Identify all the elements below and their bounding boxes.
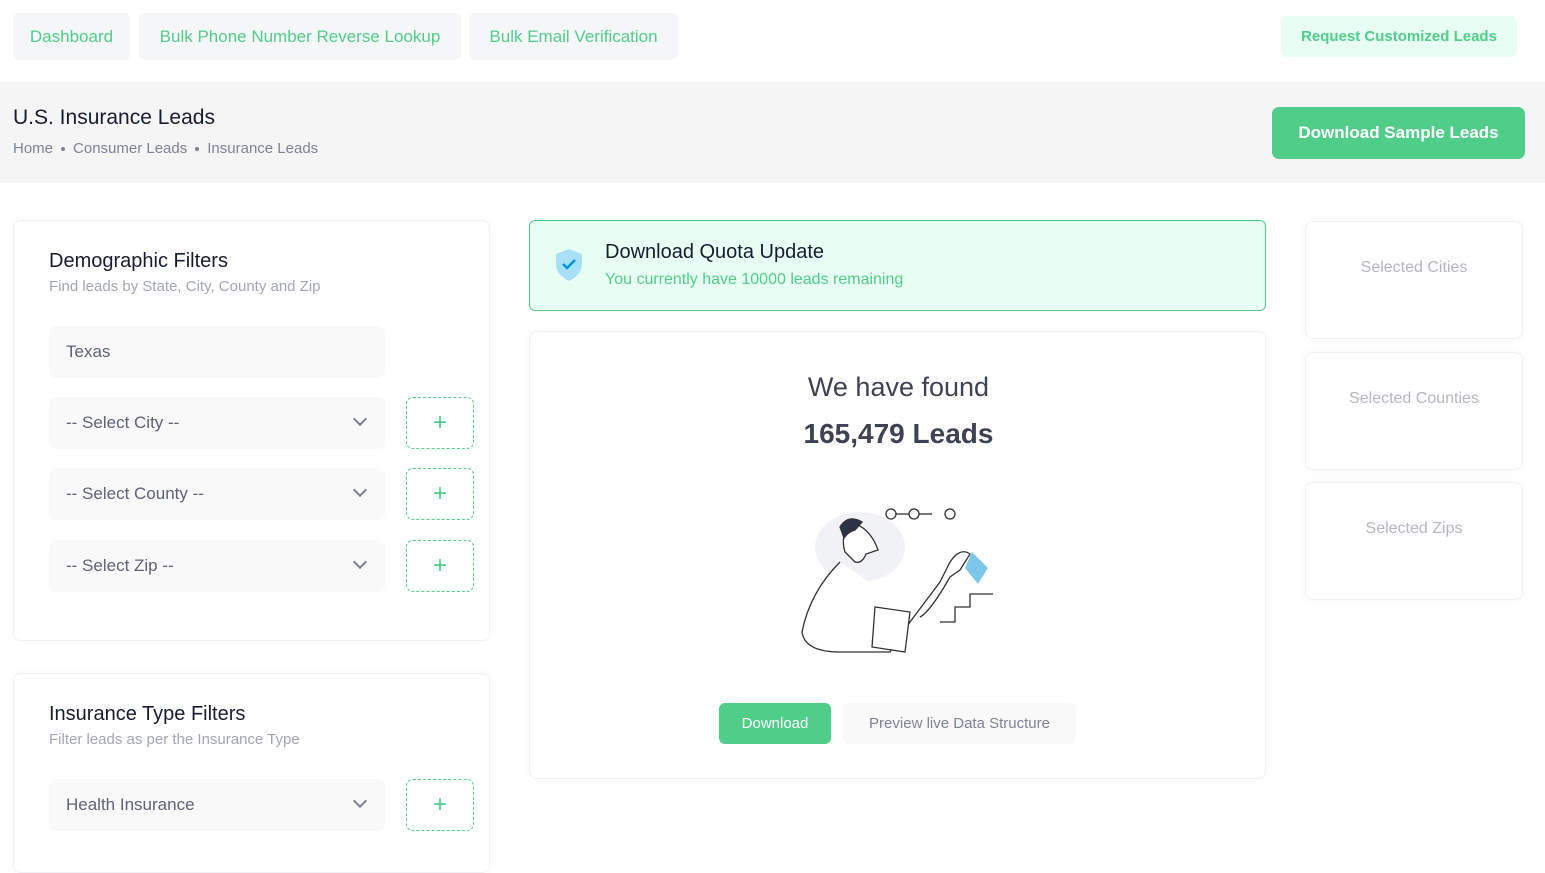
- card-title: Demographic Filters: [49, 250, 228, 272]
- results-heading: We have found: [807, 372, 990, 402]
- selected-zips-label: Selected Zips: [1365, 520, 1463, 537]
- zip-select[interactable]: -- Select Zip --: [49, 540, 385, 592]
- selected-zips-panel: Selected Zips: [1305, 482, 1523, 600]
- selected-cities-label: Selected Cities: [1360, 259, 1468, 276]
- city-select-value: -- Select City --: [66, 413, 180, 432]
- county-select-value: -- Select County --: [66, 484, 204, 503]
- selected-counties-panel: Selected Counties: [1305, 352, 1523, 470]
- leads-count: 165,479 Leads: [803, 418, 994, 449]
- city-select[interactable]: -- Select City --: [49, 397, 385, 449]
- selected-counties-label: Selected Counties: [1349, 390, 1479, 407]
- add-city-button[interactable]: +: [406, 397, 474, 449]
- person-climbing-illustration: [801, 508, 993, 653]
- quota-title: Download Quota Update: [605, 241, 825, 263]
- breadcrumb: Home Consumer Leads Insurance Leads: [13, 140, 318, 157]
- state-field[interactable]: Texas: [49, 326, 385, 378]
- chevron-down-icon: [352, 482, 368, 498]
- download-sample-leads-button[interactable]: Download Sample Leads: [1272, 107, 1525, 159]
- add-zip-button[interactable]: +: [406, 540, 474, 592]
- separator-dot: [61, 146, 66, 151]
- card-subtitle: Filter leads as per the Insurance Type: [49, 731, 300, 748]
- request-customized-leads-button[interactable]: Request Customized Leads: [1281, 16, 1517, 57]
- insurance-type-value: Health Insurance: [66, 795, 195, 814]
- county-select[interactable]: -- Select County --: [49, 468, 385, 520]
- nav-bulk-phone-lookup[interactable]: Bulk Phone Number Reverse Lookup: [139, 13, 461, 60]
- page-title: U.S. Insurance Leads: [13, 106, 215, 129]
- results-card: We have found 165,479 Leads Download Pre…: [529, 331, 1266, 779]
- chevron-down-icon: [352, 554, 368, 570]
- download-button[interactable]: Download: [719, 703, 831, 744]
- nav-dashboard[interactable]: Dashboard: [13, 13, 130, 60]
- separator-dot: [195, 146, 200, 151]
- breadcrumb-insurance-leads: Insurance Leads: [207, 140, 319, 157]
- quota-alert: Download Quota Update You currently have…: [529, 220, 1266, 311]
- breadcrumb-home[interactable]: Home: [13, 140, 53, 157]
- chevron-down-icon: [352, 411, 368, 427]
- add-county-button[interactable]: +: [406, 468, 474, 520]
- preview-data-structure-button[interactable]: Preview live Data Structure: [843, 703, 1076, 744]
- insurance-filters-card: Insurance Type Filters Filter leads as p…: [13, 673, 490, 873]
- nav-bulk-email-verification[interactable]: Bulk Email Verification: [469, 13, 678, 60]
- card-subtitle: Find leads by State, City, County and Zi…: [49, 278, 321, 295]
- shield-check-icon: [556, 249, 582, 281]
- insurance-type-select[interactable]: Health Insurance: [49, 779, 385, 831]
- selected-cities-panel: Selected Cities: [1305, 221, 1523, 339]
- zip-select-value: -- Select Zip --: [66, 556, 174, 575]
- quota-message: You currently have 10000 leads remaining: [605, 271, 904, 288]
- breadcrumb-consumer-leads[interactable]: Consumer Leads: [73, 140, 187, 157]
- card-title: Insurance Type Filters: [49, 703, 246, 725]
- add-insurance-type-button[interactable]: +: [406, 779, 474, 831]
- demographic-filters-card: Demographic Filters Find leads by State,…: [13, 220, 490, 641]
- chevron-down-icon: [352, 793, 368, 809]
